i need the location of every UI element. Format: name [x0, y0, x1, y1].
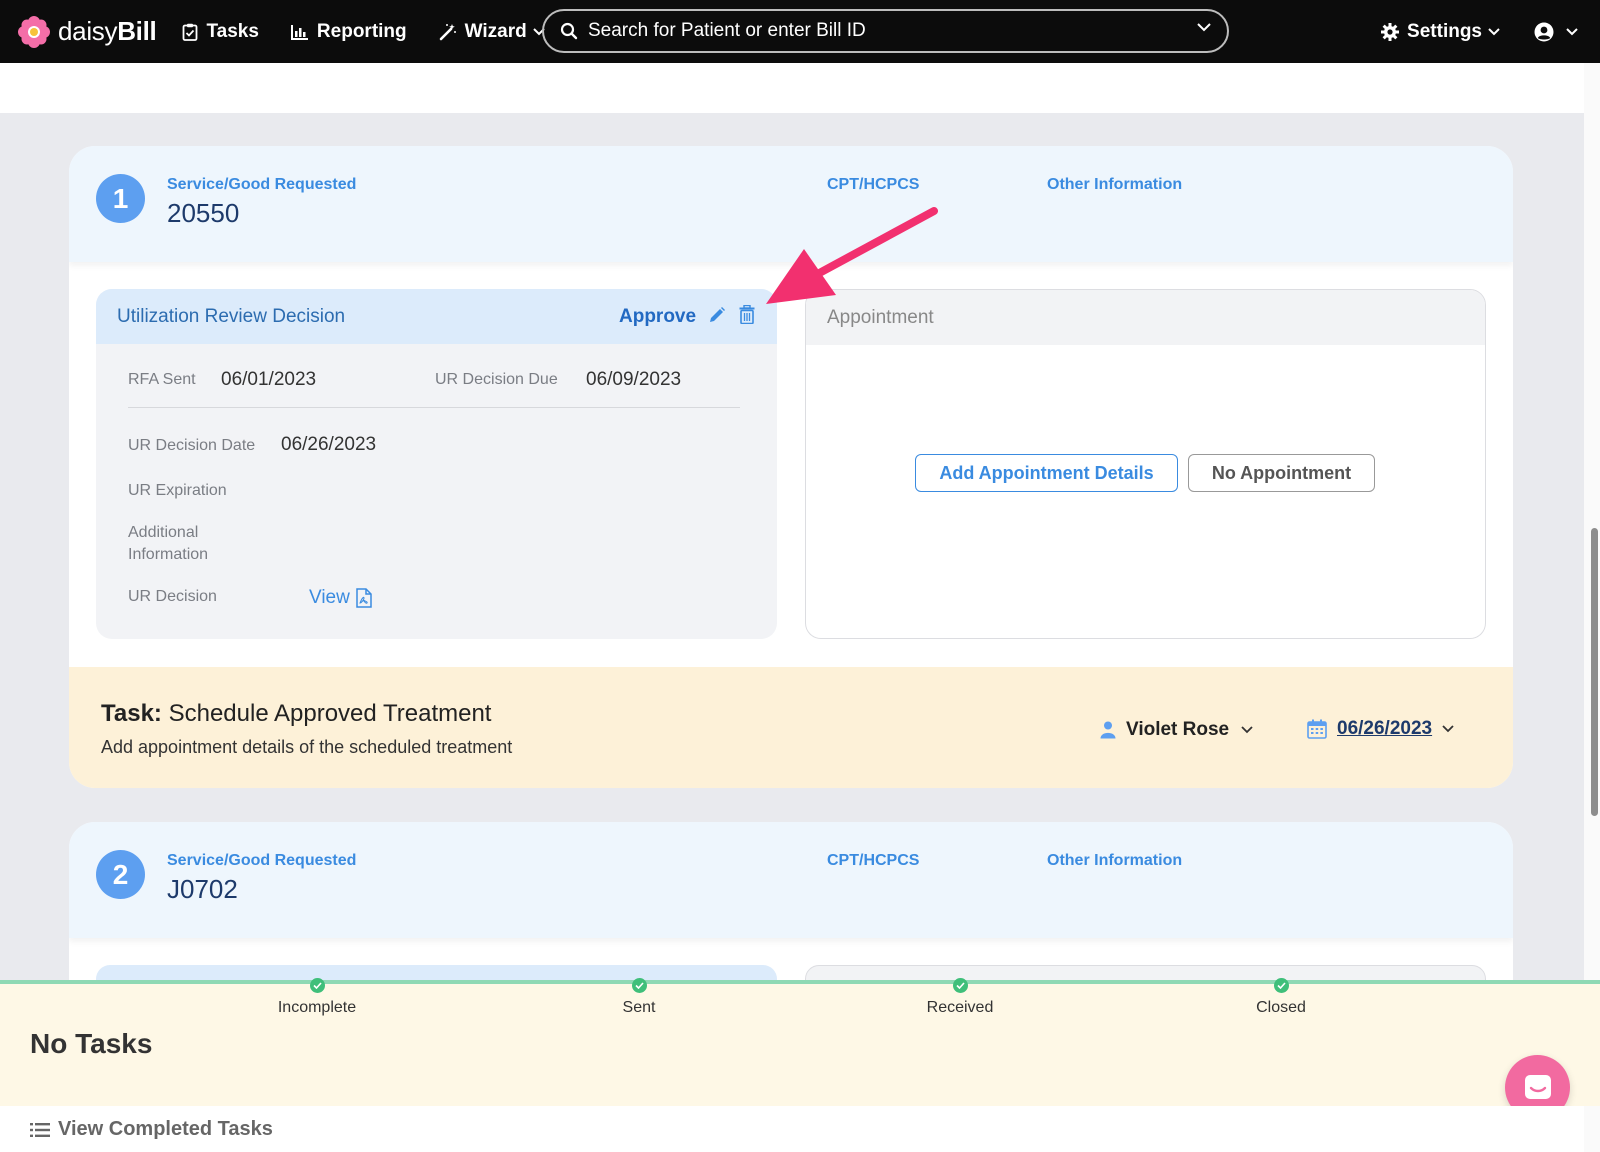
step-label: Closed	[1256, 999, 1306, 1016]
check-circle-icon	[309, 978, 325, 993]
bottom-bar: View Completed Tasks	[0, 1106, 1584, 1152]
nav-tasks-label: Tasks	[206, 20, 259, 42]
check-circle-icon	[1273, 978, 1289, 993]
task-prefix: Task:	[101, 700, 162, 727]
ur-decision-date-label: UR Decision Date	[128, 437, 256, 454]
user-menu[interactable]	[1534, 22, 1578, 42]
bill-status-tracker: Incomplete Sent Received Closed No Tasks	[0, 978, 1600, 1106]
ur-decision-panel: Utilization Review Decision Approve RFA …	[96, 289, 777, 639]
ur-expiration-label: UR Expiration	[128, 482, 227, 499]
check-circle-icon	[952, 978, 968, 993]
nav-settings[interactable]: Settings	[1381, 21, 1500, 43]
assignee-name: Violet Rose	[1126, 719, 1230, 740]
chat-bubble-icon	[1524, 1074, 1551, 1099]
step-label: Incomplete	[277, 999, 357, 1016]
view-ur-decision-link[interactable]: View	[309, 587, 373, 609]
task-assignee-dropdown[interactable]: Violet Rose	[1100, 719, 1253, 741]
nav-reporting[interactable]: Reporting	[290, 20, 407, 43]
view-link-label: View	[309, 587, 350, 608]
daisybill-logo[interactable]: daisyBill	[18, 15, 157, 48]
top-navbar: daisyBill Tasks Reporting Wizard Search …	[0, 0, 1600, 63]
service-code: J0702	[167, 874, 238, 904]
user-icon	[1100, 721, 1116, 739]
service-label: Service/Good Requested	[167, 176, 357, 193]
step-incomplete: Incomplete	[217, 978, 417, 1017]
service-number-badge: 1	[96, 174, 145, 223]
no-tasks-heading: No Tasks	[30, 1028, 153, 1059]
add-appointment-button[interactable]: Add Appointment Details	[915, 454, 1178, 492]
logo-text-daisy: daisy	[58, 16, 118, 46]
calendar-icon	[1307, 719, 1327, 739]
service-label: Service/Good Requested	[167, 852, 357, 869]
ur-decision-status: Approve	[619, 306, 697, 327]
chevron-down-icon	[1241, 726, 1253, 734]
search-placeholder: Search for Patient or enter Bill ID	[588, 20, 866, 41]
gear-icon	[1381, 22, 1400, 41]
task-title: Task: Schedule Approved Treatment	[101, 700, 491, 728]
pencil-icon[interactable]	[708, 306, 726, 324]
check-circle-icon	[631, 978, 647, 993]
nav-wizard-label: Wizard	[464, 20, 527, 42]
list-icon	[30, 1122, 50, 1137]
other-info-label: Other Information	[1047, 852, 1183, 869]
chevron-down-icon	[1488, 27, 1500, 35]
task-bar: Task: Schedule Approved Treatment Add ap…	[69, 667, 1513, 788]
chevron-down-icon	[1442, 725, 1454, 733]
pdf-file-icon	[356, 588, 372, 608]
service-code: 20550	[167, 198, 240, 228]
rfa-sent-label: RFA Sent	[128, 371, 196, 388]
chevron-down-icon	[1566, 27, 1578, 35]
ur-decision-label: UR Decision	[128, 588, 217, 605]
ur-decision-title: Utilization Review Decision	[117, 306, 346, 327]
ur-due-value: 06/09/2023	[586, 369, 682, 390]
view-completed-tasks-link[interactable]: View Completed Tasks	[30, 1118, 273, 1141]
bar-chart-icon	[290, 24, 308, 40]
task-description: Add appointment details of the scheduled…	[101, 737, 513, 757]
daisy-flower-icon	[18, 15, 50, 48]
chevron-down-icon[interactable]	[1197, 23, 1211, 32]
divider	[128, 407, 740, 408]
nav-tasks[interactable]: Tasks	[182, 20, 259, 43]
service-number-badge: 2	[96, 850, 145, 899]
view-completed-label: View Completed Tasks	[58, 1118, 273, 1140]
search-icon	[560, 22, 578, 40]
cpt-label: CPT/HCPCS	[827, 852, 920, 869]
ur-decision-date-value: 06/26/2023	[281, 434, 377, 455]
task-name: Schedule Approved Treatment	[168, 700, 492, 727]
additional-info-label-2: Information	[128, 546, 209, 563]
page-top-strip	[0, 63, 1584, 113]
appointment-panel: Appointment Add Appointment Details No A…	[805, 289, 1486, 639]
rfa-sent-value: 06/01/2023	[221, 369, 317, 390]
additional-info-label-1: Additional	[128, 524, 199, 541]
patient-search-input[interactable]: Search for Patient or enter Bill ID	[542, 9, 1229, 53]
annotation-arrow	[766, 207, 938, 304]
step-sent: Sent	[539, 978, 739, 1017]
step-label: Received	[926, 999, 994, 1016]
step-received: Received	[860, 978, 1060, 1017]
magic-wand-icon	[439, 23, 456, 40]
step-closed: Closed	[1181, 978, 1381, 1017]
ur-decision-header: Utilization Review Decision Approve	[96, 289, 777, 344]
service-header-2: 2 Service/Good Requested J0702 CPT/HCPCS…	[69, 822, 1513, 938]
nav-settings-label: Settings	[1407, 20, 1482, 42]
task-due-date-picker[interactable]: 06/26/2023	[1307, 718, 1454, 740]
trash-icon[interactable]	[739, 305, 755, 324]
nav-reporting-label: Reporting	[316, 20, 407, 42]
user-circle-icon	[1534, 22, 1554, 41]
no-appointment-button[interactable]: No Appointment	[1188, 454, 1375, 492]
logo-text-bill: Bill	[117, 16, 157, 46]
ur-due-label: UR Decision Due	[435, 371, 558, 388]
scrollbar-thumb[interactable]	[1591, 528, 1598, 816]
clipboard-check-icon	[183, 23, 198, 41]
other-info-label: Other Information	[1047, 176, 1183, 193]
cpt-label: CPT/HCPCS	[827, 176, 920, 193]
nav-wizard[interactable]: Wizard	[439, 21, 545, 43]
due-date-value: 06/26/2023	[1337, 718, 1433, 739]
step-label: Sent	[622, 999, 656, 1016]
service-card-2: 2 Service/Good Requested J0702 CPT/HCPCS…	[69, 822, 1513, 982]
